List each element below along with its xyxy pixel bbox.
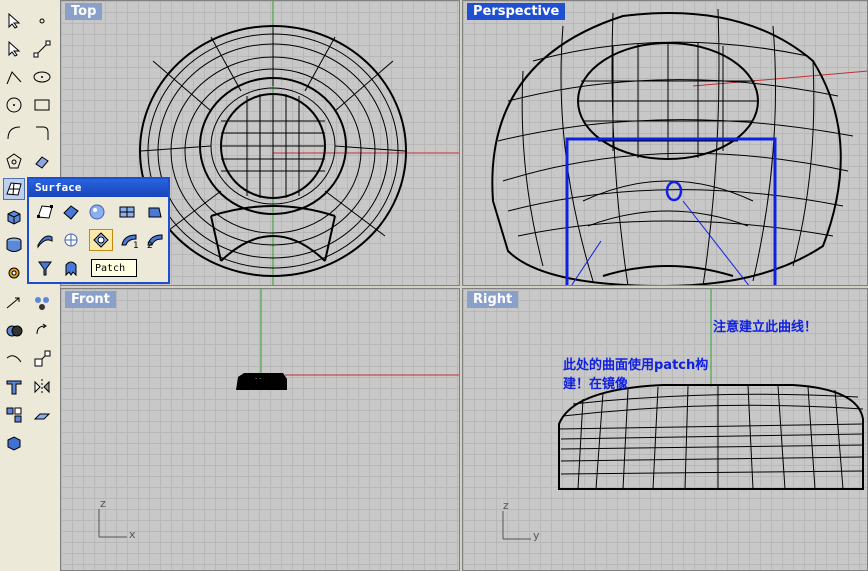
solid-box-icon[interactable] [3,206,25,228]
front-view-wireframe [98,289,459,538]
axis-z-label: z [503,499,509,512]
patch-icon[interactable] [89,229,113,251]
sphere-surface-icon[interactable] [85,201,109,223]
array-icon[interactable] [31,292,53,314]
viewport-front-label[interactable]: Front [65,291,116,308]
text-tool-icon[interactable] [3,376,25,398]
scale-icon[interactable] [31,348,53,370]
group-icon[interactable] [3,404,25,426]
left-toolbar [0,0,61,571]
axis-y-label: y [533,529,540,542]
fillet-icon[interactable] [31,122,53,144]
perspective-view-wireframe [491,8,867,285]
surface-flyout-title[interactable]: Surface [29,179,168,197]
patch-annotation-line2: 建！在镜像 [563,377,629,392]
highlight-box [565,137,777,285]
gear-icon[interactable] [3,262,25,284]
drape-icon[interactable] [59,257,83,279]
plane-icon[interactable] [31,404,53,426]
viewport-right-label[interactable]: Right [467,291,519,308]
arc-icon[interactable] [3,122,25,144]
patch-tooltip: Patch [91,259,137,277]
edge-surface-icon[interactable] [59,201,83,223]
viewport-perspective-label[interactable]: Perspective [467,3,566,20]
plane-surface-icon[interactable] [115,201,139,223]
rotate-icon[interactable] [31,320,53,342]
select-arrow-icon[interactable] [3,10,25,32]
loft-icon[interactable] [33,229,57,251]
boolean-icon[interactable] [3,320,25,342]
rectangle-icon[interactable] [31,94,53,116]
mirror-icon[interactable] [31,376,53,398]
viewport-front[interactable]: - - z x Front [60,288,460,571]
viewport-perspective[interactable]: Perspective [462,0,868,286]
polygon-icon[interactable] [3,150,25,172]
cylinder-icon[interactable] [3,234,25,256]
surface-flyout: Surface 1 2 Patch [27,177,170,284]
render-icon[interactable] [3,432,25,454]
curve-point-icon[interactable] [31,38,53,60]
viewport-top-label[interactable]: Top [65,3,103,20]
curve-annotation: 注意建立此曲线！ [713,320,818,335]
ellipse-icon[interactable] [31,66,53,88]
surface-tools-icon[interactable] [3,178,25,200]
axis-z-label: z [100,497,106,510]
point-icon[interactable] [31,10,53,32]
surface-from-points-icon[interactable] [33,201,57,223]
axis-x-label: x [129,528,136,541]
extrude-surface-icon[interactable] [143,201,167,223]
circle-icon[interactable] [3,94,25,116]
revolve-icon[interactable] [59,229,83,251]
sweep-rail-1-label: 1 [133,241,139,251]
patch-annotation-line1: 此处的曲面使用patch构 [563,358,709,373]
select-point-icon[interactable] [3,38,25,60]
extrude-icon[interactable] [31,150,53,172]
sweep-rail-2-label: 2 [147,241,153,251]
join-curve-icon[interactable] [3,348,25,370]
front-object-mark: - - [255,375,262,382]
curve-highlight-circle [665,180,683,202]
network-surface-icon[interactable] [33,257,57,279]
transform-icon[interactable] [3,292,25,314]
polyline-icon[interactable] [3,66,25,88]
